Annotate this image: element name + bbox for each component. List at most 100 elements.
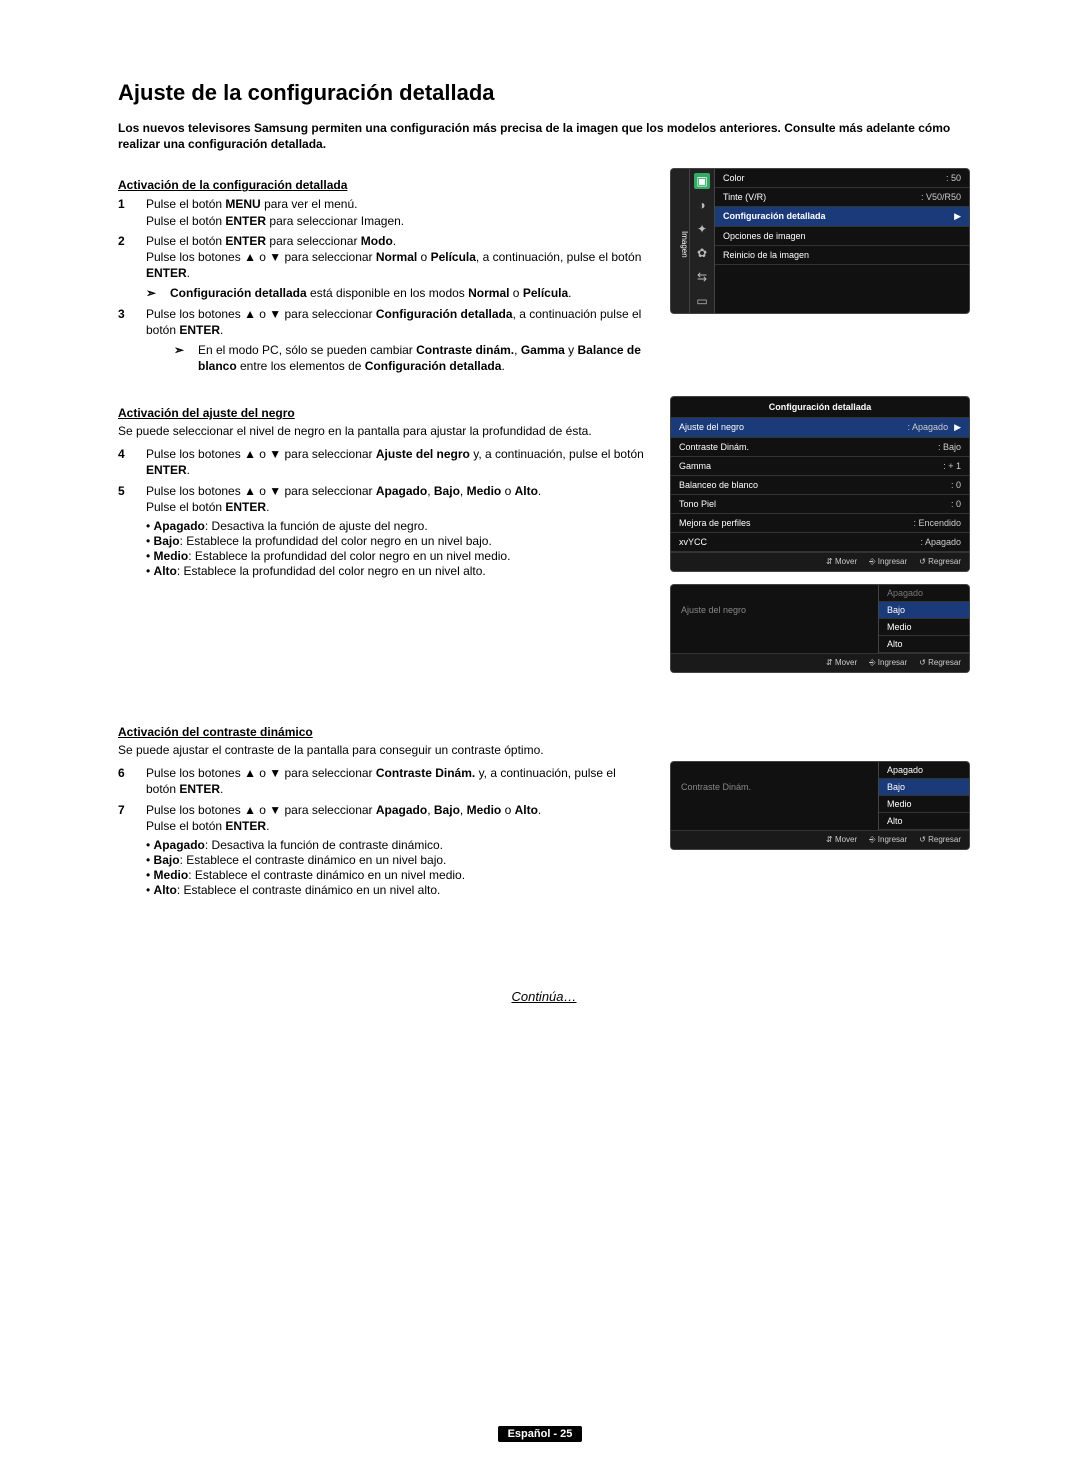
bullet: Apagado: Desactiva la función de ajuste …: [146, 519, 646, 533]
osd-footer: ⇵ Mover ⎆ Ingresar ↺ Regresar: [671, 830, 969, 849]
osd-option: Bajo: [879, 779, 969, 796]
page: Ajuste de la configuración detallada Los…: [0, 0, 1080, 1482]
osd-contrast-popup: Contraste Dinám. ApagadoBajoMedioAlto ⇵ …: [670, 761, 970, 850]
osd-label: Reinicio de la imagen: [723, 250, 961, 260]
step-text: Pulse los botones ▲ o ▼ para seleccionar…: [146, 765, 646, 797]
input-icon: ⇆: [694, 269, 710, 285]
step-1: 1 Pulse el botón MENU para ver el menú.P…: [118, 196, 646, 228]
section-c-head: Activación del contraste dinámico: [118, 725, 646, 739]
osd-row: Tinte (V/R) : V50/R50: [715, 188, 969, 207]
step-text: Pulse los botones ▲ o ▼ para seleccionar…: [146, 446, 646, 478]
regresar-hint: ↺ Regresar: [919, 658, 961, 668]
note: ➣ Configuración detallada está disponibl…: [146, 285, 646, 301]
section-dynamic-contrast: Activación del contraste dinámico Se pue…: [118, 715, 970, 899]
step-2: 2 Pulse el botón ENTER para seleccionar …: [118, 233, 646, 282]
osd-option: Medio: [879, 796, 969, 813]
osd-detailed-config: Configuración detallada Ajuste del negro…: [670, 396, 970, 572]
section-b-text: Activación del ajuste del negro Se puede…: [118, 396, 646, 580]
bullet: Alto: Establece el contraste dinámico en…: [146, 883, 646, 897]
regresar-hint: ↺ Regresar: [919, 835, 961, 845]
osd-options: ApagadoBajoMedioAlto: [878, 762, 969, 830]
osd-label: Contraste Dinám.: [679, 442, 938, 452]
section-activation-detailed: Activación de la configuración detallada…: [118, 168, 970, 376]
bullet: Medio: Establece el contraste dinámico e…: [146, 868, 646, 882]
osd-value: : Bajo: [938, 442, 961, 452]
section-a-head: Activación de la configuración detallada: [118, 178, 646, 192]
note-text: En el modo PC, sólo se pueden cambiar Co…: [198, 342, 646, 374]
osd-rows: Ajuste del negro: Apagado▶Contraste Diná…: [671, 418, 969, 552]
osd-black-adjust-popup: Ajuste del negro ApagadoBajoMedioAlto ⇵ …: [670, 584, 970, 673]
osd-option: Alto: [879, 813, 969, 830]
ingresar-hint: ⎆ Ingresar: [869, 658, 907, 668]
step-4: 4 Pulse los botones ▲ o ▼ para seleccion…: [118, 446, 646, 478]
section-b-lead: Se puede seleccionar el nivel de negro e…: [118, 424, 646, 438]
section-b-head: Activación del ajuste del negro: [118, 406, 646, 420]
app-icon: ▭: [694, 293, 710, 309]
osd-option: Apagado: [879, 762, 969, 779]
osd-option: Medio: [879, 619, 969, 636]
step-text: Pulse el botón ENTER para seleccionar Mo…: [146, 233, 646, 282]
mover-hint: ⇵ Mover: [826, 658, 857, 668]
osd-label: Color: [723, 173, 946, 183]
osd-rows: Color : 50 Tinte (V/R) : V50/R50 Configu…: [715, 169, 969, 313]
osd-row: Reinicio de la imagen: [715, 246, 969, 265]
osd-option: Alto: [879, 636, 969, 653]
osd-label: Tono Piel: [679, 499, 951, 509]
step-3: 3 Pulse los botones ▲ o ▼ para seleccion…: [118, 306, 646, 338]
bullet-list: Apagado: Desactiva la función de contras…: [146, 838, 646, 897]
note: ➣ En el modo PC, sólo se pueden cambiar …: [174, 342, 646, 374]
step-text: Pulse los botones ▲ o ▼ para seleccionar…: [146, 483, 646, 515]
osd-vertical-tab: Imagen: [671, 169, 690, 313]
step-number: 7: [118, 802, 146, 834]
osd-option: Bajo: [879, 602, 969, 619]
section-c-text: Activación del contraste dinámico Se pue…: [118, 715, 646, 899]
mover-hint: ⇵ Mover: [826, 557, 857, 567]
step-number: 5: [118, 483, 146, 515]
osd-value: : 0: [951, 499, 961, 509]
regresar-hint: ↺ Regresar: [919, 557, 961, 567]
osd-popup-label: Contraste Dinám.: [671, 762, 878, 830]
step-number: 3: [118, 306, 146, 338]
triangle-right-icon: ▶: [954, 422, 961, 433]
osd-value: : + 1: [943, 461, 961, 471]
osd-row: Ajuste del negro: Apagado▶: [671, 418, 969, 438]
section-a-text: Activación de la configuración detallada…: [118, 168, 646, 376]
osd-row: Contraste Dinám.: Bajo: [671, 438, 969, 457]
bullet: Bajo: Establece el contraste dinámico en…: [146, 853, 646, 867]
section-c-lead: Se puede ajustar el contraste de la pant…: [118, 743, 646, 757]
osd-footer: ⇵ Mover ⎆ Ingresar ↺ Regresar: [671, 653, 969, 672]
triangle-right-icon: ▶: [954, 211, 961, 222]
osd-icon-strip: ▣ ◑ ✦ ✿ ⇆ ▭: [690, 169, 715, 313]
osd-value: : 50: [946, 173, 961, 183]
osd-row: Opciones de imagen: [715, 227, 969, 246]
osd-row: Color : 50: [715, 169, 969, 188]
ingresar-hint: ⎆ Ingresar: [869, 835, 907, 845]
osd-footer: ⇵ Mover ⎆ Ingresar ↺ Regresar: [671, 552, 969, 571]
step-number: 6: [118, 765, 146, 797]
step-text: Pulse el botón MENU para ver el menú.Pul…: [146, 196, 646, 228]
bullet: Bajo: Establece la profundidad del color…: [146, 534, 646, 548]
step-5: 5 Pulse los botones ▲ o ▼ para seleccion…: [118, 483, 646, 515]
step-text: Pulse los botones ▲ o ▼ para seleccionar…: [146, 306, 646, 338]
intro-paragraph: Los nuevos televisores Samsung permiten …: [118, 120, 970, 152]
step-number: 1: [118, 196, 146, 228]
osd-option: Apagado: [879, 585, 969, 602]
osd-label: Configuración detallada: [723, 211, 948, 222]
note-arrow-icon: ➣: [174, 342, 198, 374]
osd-screenshots-b: Configuración detallada Ajuste del negro…: [670, 396, 970, 685]
section-black-adjust: Activación del ajuste del negro Se puede…: [118, 396, 970, 685]
bullet: Apagado: Desactiva la función de contras…: [146, 838, 646, 852]
page-title: Ajuste de la configuración detallada: [118, 80, 970, 106]
ingresar-hint: ⎆ Ingresar: [869, 557, 907, 567]
osd-popup-label: Ajuste del negro: [671, 585, 878, 653]
osd-label: Gamma: [679, 461, 943, 471]
osd-label: Mejora de perfiles: [679, 518, 913, 528]
osd-label: Tinte (V/R): [723, 192, 921, 202]
osd-screenshot-1: Imagen ▣ ◑ ✦ ✿ ⇆ ▭ Color : 50 Tinte (V/R…: [670, 168, 970, 326]
channel-icon: ✦: [694, 221, 710, 237]
osd-row: Gamma: + 1: [671, 457, 969, 476]
step-6: 6 Pulse los botones ▲ o ▼ para seleccion…: [118, 765, 646, 797]
continues-note: Continúa…: [118, 989, 970, 1004]
setup-icon: ✿: [694, 245, 710, 261]
mover-hint: ⇵ Mover: [826, 835, 857, 845]
